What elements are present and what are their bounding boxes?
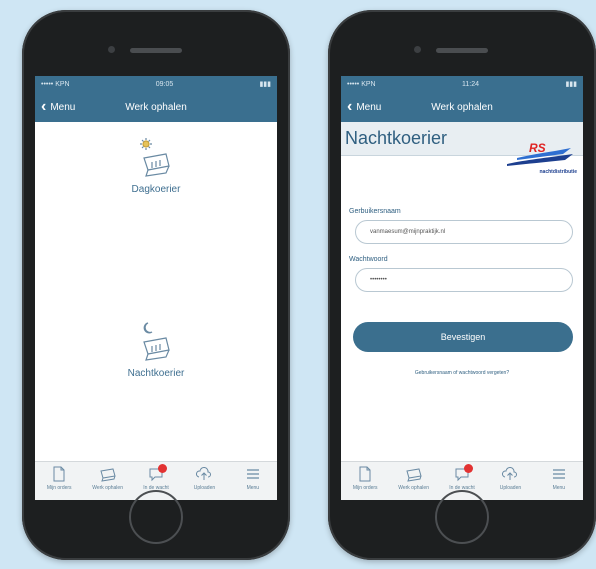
username-label: Gerbuikersnaam: [349, 208, 401, 215]
status-bar: ••••• KPN 11:24 ▮▮▮: [341, 76, 583, 92]
logo-letters: RS: [529, 141, 546, 155]
tab-label: Werk ophalen: [398, 485, 429, 491]
password-field[interactable]: ••••••••: [355, 268, 573, 292]
tab-label: Menu: [552, 485, 566, 491]
cloud-upload-icon: [502, 467, 518, 480]
cloud-upload-icon: [196, 467, 212, 480]
tab-label: Uploaden: [193, 485, 216, 491]
menu-icon: [246, 469, 259, 479]
username-field[interactable]: vanmaesum@mijnpraktijk.nl: [355, 220, 573, 244]
dagkoerier-label: Dagkoerier: [131, 184, 181, 195]
speaker-grille: [130, 48, 182, 53]
forgot-credentials-link[interactable]: Gebruikersnaam of wachtwoord vergeten?: [341, 370, 583, 376]
tab-mijn-orders[interactable]: Mijn orders: [341, 462, 389, 500]
password-value: ••••••••: [370, 277, 387, 283]
chevron-left-icon: ‹: [41, 98, 47, 115]
confirm-button[interactable]: Bevestigen: [353, 322, 573, 352]
tab-uploaden[interactable]: Uploaden: [180, 462, 228, 500]
tab-werk-ophalen[interactable]: Werk ophalen: [389, 462, 437, 500]
document-icon: [53, 466, 65, 482]
back-label: Menu: [356, 101, 382, 113]
back-label: Menu: [50, 101, 76, 113]
nachtkoerier-label: Nachtkoerier: [127, 368, 185, 379]
status-bar: ••••• KPN 09:05 ▮▮▮: [35, 76, 277, 92]
moon-parcel-icon: [143, 322, 170, 361]
notification-badge: [158, 464, 168, 473]
home-button[interactable]: [435, 490, 489, 544]
front-camera: [414, 46, 421, 53]
home-button[interactable]: [129, 490, 183, 544]
parcel-icon: [405, 468, 422, 482]
phone-right: ••••• KPN 11:24 ▮▮▮ ‹ Menu Werk ophalen …: [328, 10, 596, 560]
tab-label: Uploaden: [499, 485, 522, 491]
back-button[interactable]: ‹ Menu: [35, 99, 75, 115]
document-icon: [359, 466, 371, 482]
tab-label: Werk ophalen: [92, 485, 123, 491]
chevron-left-icon: ‹: [347, 98, 353, 115]
nachtkoerier-option[interactable]: Nachtkoerier: [35, 320, 277, 379]
password-label: Wachtwoord: [349, 256, 388, 263]
phone-left: ••••• KPN 09:05 ▮▮▮ ‹ Menu Werk ophalen: [22, 10, 290, 560]
menu-icon: [552, 469, 565, 479]
status-time: 11:24: [462, 80, 480, 88]
nav-bar: ‹ Menu Werk ophalen: [341, 92, 583, 122]
sun-parcel-icon: [140, 138, 170, 177]
tab-mijn-orders[interactable]: Mijn orders: [35, 462, 83, 500]
battery-icon: ▮▮▮: [565, 81, 577, 88]
tab-menu[interactable]: Menu: [535, 462, 583, 500]
back-button[interactable]: ‹ Menu: [341, 99, 381, 115]
status-time: 09:05: [155, 80, 174, 88]
dagkoerier-option[interactable]: Dagkoerier: [35, 136, 277, 195]
tab-label: Mijn orders: [46, 485, 72, 491]
tab-werk-ophalen[interactable]: Werk ophalen: [83, 462, 131, 500]
nav-bar: ‹ Menu Werk ophalen: [35, 92, 277, 122]
speaker-grille: [436, 48, 488, 53]
carrier-label: ••••• KPN: [347, 80, 376, 88]
notification-badge: [464, 464, 474, 473]
tab-label: Menu: [246, 485, 260, 491]
tab-uploaden[interactable]: Uploaden: [486, 462, 534, 500]
tab-menu[interactable]: Menu: [229, 462, 277, 500]
screen-werk-ophalen: ••••• KPN 09:05 ▮▮▮ ‹ Menu Werk ophalen: [35, 76, 277, 500]
carrier-label: ••••• KPN: [41, 80, 70, 88]
battery-icon: ▮▮▮: [259, 81, 271, 88]
screen-nachtkoerier-login: ••••• KPN 11:24 ▮▮▮ ‹ Menu Werk ophalen …: [341, 76, 583, 500]
username-value: vanmaesum@mijnpraktijk.nl: [370, 229, 446, 235]
tab-label: Mijn orders: [352, 485, 378, 491]
front-camera: [108, 46, 115, 53]
parcel-icon: [99, 468, 116, 482]
logo-tagline: nachtdistributie: [539, 169, 577, 175]
